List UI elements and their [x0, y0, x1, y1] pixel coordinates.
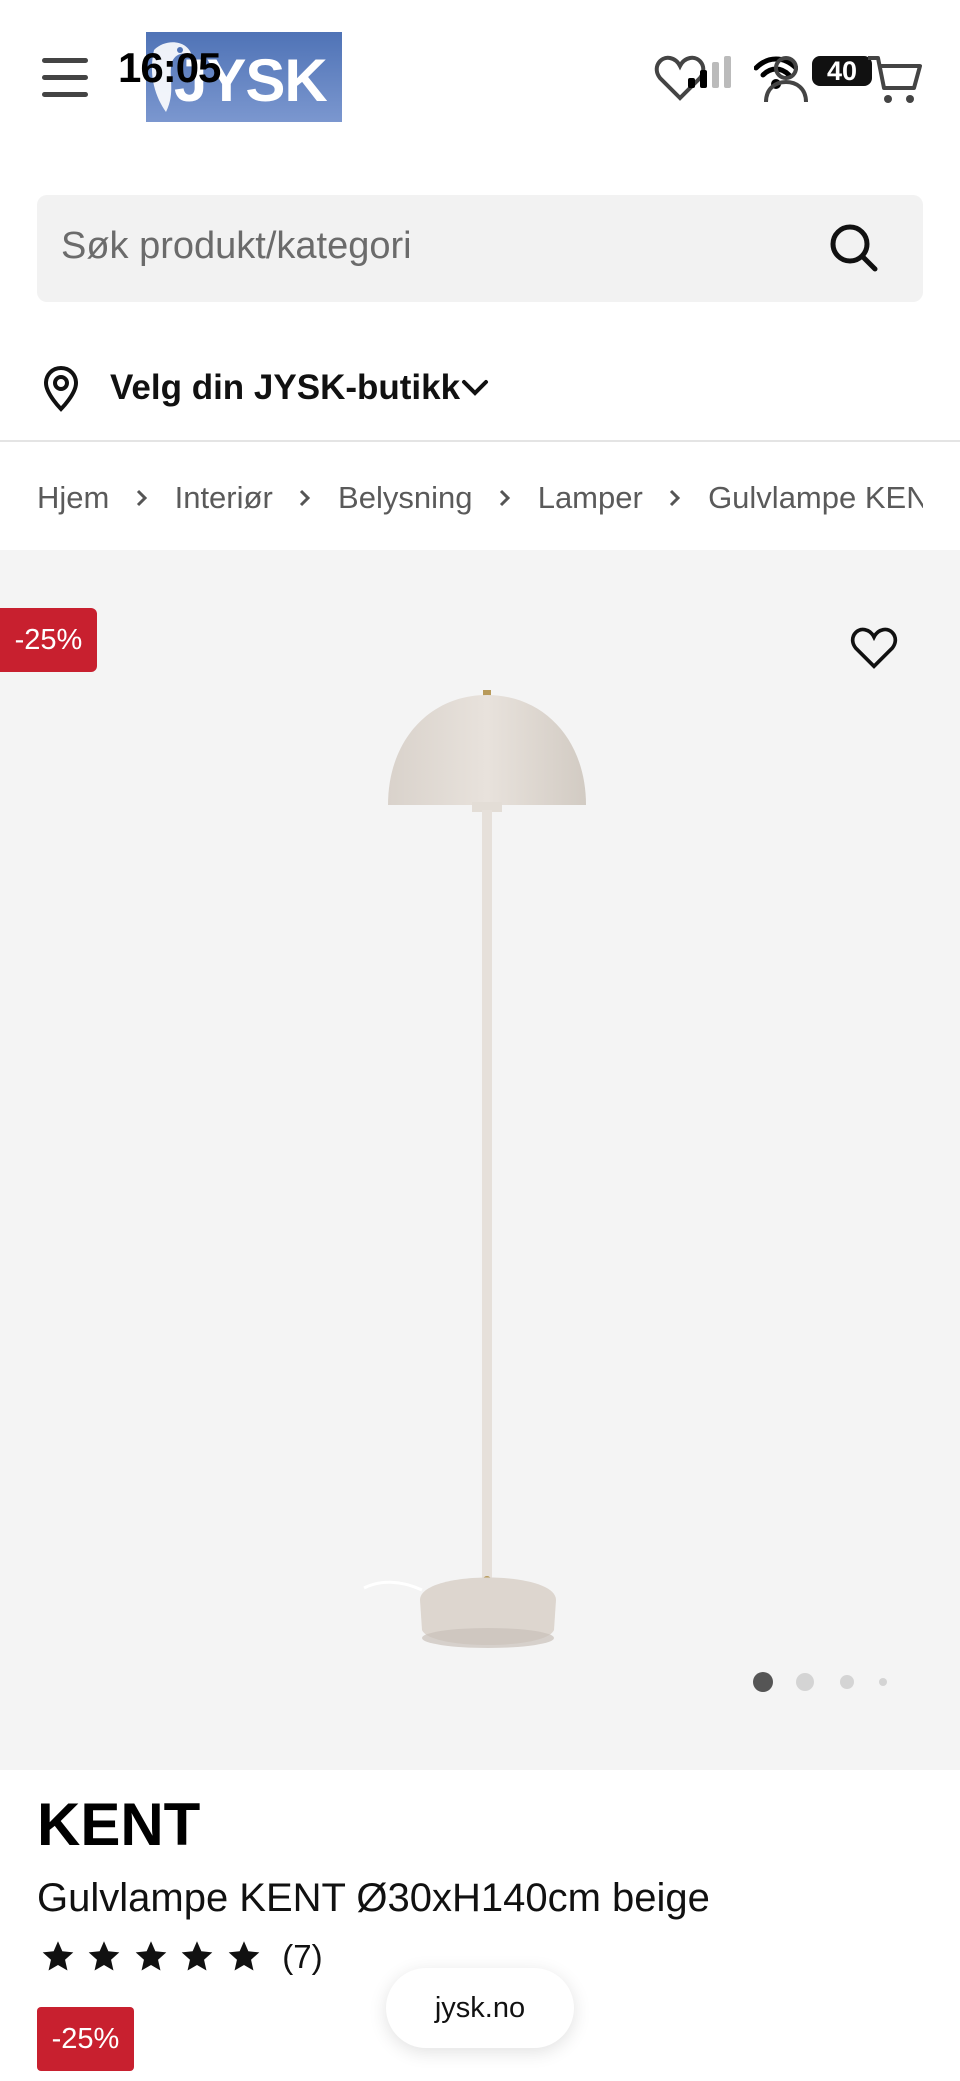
store-selector[interactable]: Velg din JYSK-butikk	[40, 362, 500, 422]
search-input[interactable]: Søk produkt/kategori	[61, 225, 412, 268]
product-image-floor-lamp	[363, 690, 586, 1648]
chevron-right-icon	[500, 489, 511, 506]
chevron-down-icon	[462, 380, 488, 396]
breadcrumb-item-current: Gulvlampe KENT Ø30xH140cm beige	[708, 479, 923, 515]
search-bar[interactable]: Søk produkt/kategori	[37, 195, 923, 302]
price-discount-badge: -25%	[37, 2007, 134, 2071]
battery-indicator: 40	[812, 56, 872, 86]
product-brand: KENT	[37, 1791, 201, 1858]
site-header: JYSK 16:05 40	[0, 0, 960, 160]
star-icon	[228, 1941, 260, 1971]
menu-icon[interactable]	[42, 58, 88, 98]
chevron-right-icon	[670, 489, 681, 506]
gallery-dot-active[interactable]	[753, 1672, 773, 1692]
search-icon[interactable]	[827, 221, 881, 275]
star-icon	[135, 1941, 167, 1971]
status-time: 16:05	[118, 44, 221, 91]
cart-icon[interactable]	[866, 54, 922, 106]
gallery-pagination[interactable]	[750, 1668, 890, 1698]
discount-badge: -25%	[0, 608, 97, 672]
chevron-right-icon	[300, 489, 311, 506]
breadcrumb: Hjem Interiør Belysning Lamper Gulvlampe…	[37, 478, 923, 518]
breadcrumb-item-interior[interactable]: Interiør	[175, 480, 273, 516]
breadcrumb-item-lamps[interactable]: Lamper	[538, 480, 643, 516]
review-count[interactable]: (7)	[282, 1938, 322, 1976]
breadcrumb-item-home[interactable]: Hjem	[37, 480, 109, 516]
star-icon	[42, 1941, 74, 1971]
browser-url-pill[interactable]: jysk.no	[386, 1968, 574, 2048]
location-pin-icon	[44, 366, 78, 412]
gallery-dot[interactable]	[840, 1675, 854, 1689]
user-account-icon[interactable]	[760, 52, 812, 104]
star-icon	[89, 1941, 120, 1971]
add-to-wishlist-icon[interactable]	[850, 626, 898, 670]
breadcrumb-item-lighting[interactable]: Belysning	[338, 480, 472, 516]
divider	[0, 440, 960, 442]
product-name: Gulvlampe KENT Ø30xH140cm beige	[37, 1876, 710, 1920]
chevron-right-icon	[136, 489, 148, 506]
product-rating[interactable]: (7)	[40, 1938, 380, 1982]
cellular-signal-icon	[688, 56, 731, 88]
gallery-dot[interactable]	[879, 1678, 887, 1686]
store-selector-label: Velg din JYSK-butikk	[110, 368, 461, 407]
product-image-gallery[interactable]: -25%	[0, 550, 960, 1770]
gallery-dot[interactable]	[796, 1673, 814, 1691]
star-icon	[182, 1941, 213, 1971]
